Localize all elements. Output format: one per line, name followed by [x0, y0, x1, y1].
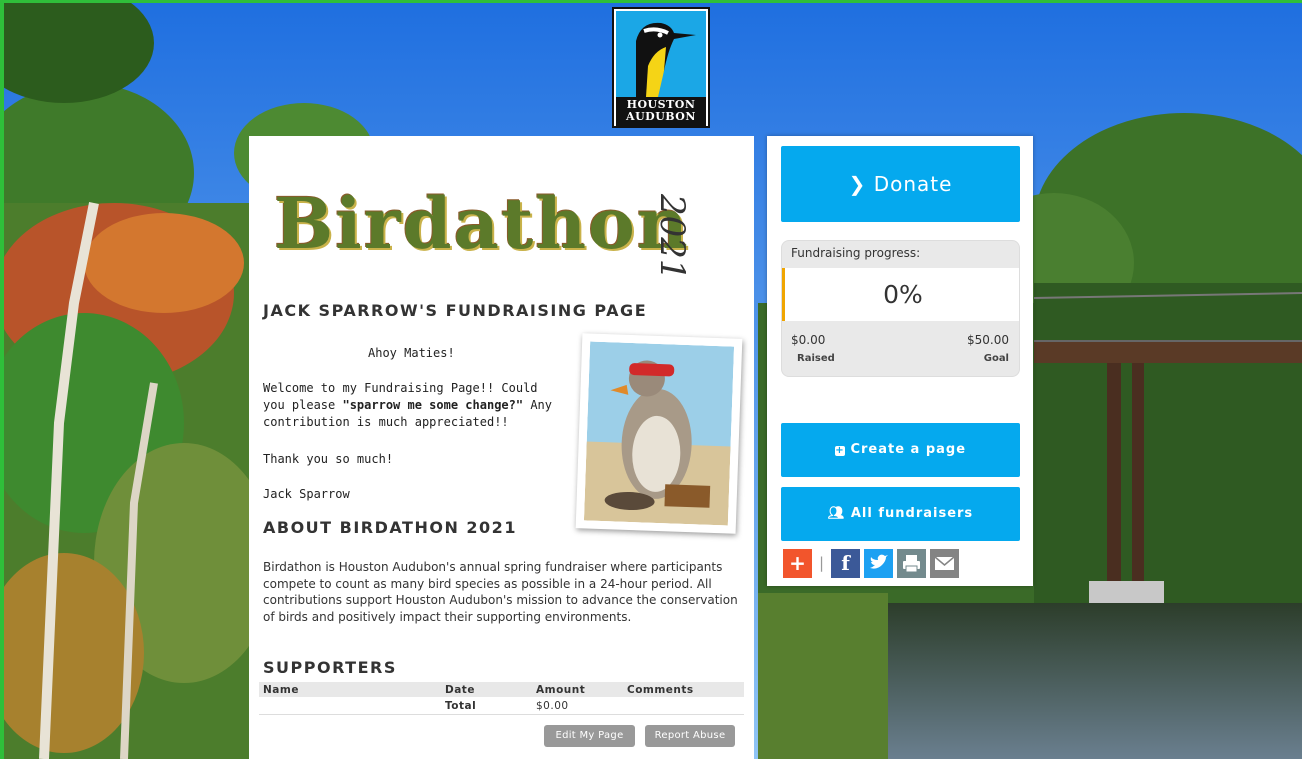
- column-header: Comments: [623, 682, 744, 697]
- table-row-total: Total $0.00: [259, 697, 744, 715]
- column-header: Date: [441, 682, 532, 697]
- page-title: JACK SPARROW'S FUNDRAISING PAGE: [263, 301, 648, 320]
- logo-text: HOUSTON AUDUBON: [616, 97, 706, 126]
- story-thanks: Thank you so much!: [263, 452, 394, 466]
- email-icon[interactable]: [930, 549, 959, 578]
- chevron-right-icon: ❯: [848, 172, 867, 196]
- banner-title: Birdathon: [274, 182, 690, 265]
- progress-label: Fundraising progress:: [791, 246, 921, 260]
- about-title: ABOUT BIRDATHON 2021: [263, 518, 517, 537]
- edit-page-button[interactable]: Edit My Page: [544, 725, 635, 747]
- raised-amount: $0.00: [791, 333, 826, 347]
- progress-bar: 0%: [782, 268, 1019, 321]
- twitter-icon[interactable]: [864, 549, 893, 578]
- column-header: Amount: [532, 682, 623, 697]
- raised-label: Raised: [797, 353, 835, 364]
- column-header: Name: [259, 682, 441, 697]
- goal-amount: $50.00: [967, 333, 1009, 347]
- logo-bird-icon: [616, 11, 706, 97]
- profile-photo: [575, 333, 743, 534]
- supporters-title: SUPPORTERS: [263, 658, 397, 677]
- facebook-icon[interactable]: f: [831, 549, 860, 578]
- users-icon: 👥︎: [827, 506, 846, 521]
- goal-label: Goal: [983, 353, 1009, 364]
- progress-percent: 0%: [883, 280, 923, 309]
- donation-sidebar: ❯ Donate Fundraising progress: 0% $0.00 …: [767, 136, 1033, 586]
- share-add-icon[interactable]: +: [783, 549, 812, 578]
- print-icon[interactable]: [897, 549, 926, 578]
- donate-button[interactable]: ❯ Donate: [781, 146, 1020, 222]
- supporters-table: Name Date Amount Comments Total $0.00: [259, 682, 744, 715]
- story-greeting: Ahoy Maties!: [368, 346, 455, 360]
- share-separator: |: [819, 554, 825, 572]
- fundraising-progress: Fundraising progress: 0% $0.00 $50.00 Ra…: [781, 240, 1020, 377]
- about-text: Birdathon is Houston Audubon's annual sp…: [263, 560, 738, 624]
- birdathon-banner: Birdathon 2021: [274, 176, 724, 281]
- report-abuse-button[interactable]: Report Abuse: [645, 725, 735, 747]
- houston-audubon-logo[interactable]: HOUSTON AUDUBON: [612, 7, 710, 128]
- total-amount: $0.00: [532, 697, 623, 715]
- total-label: Total: [441, 697, 532, 715]
- story-welcome: Welcome to my Fundraising Page!! Could y…: [263, 381, 553, 429]
- story-signature: Jack Sparrow: [263, 487, 350, 501]
- table-header-row: Name Date Amount Comments: [259, 682, 744, 697]
- fundraising-page-panel: Birdathon 2021 JACK SPARROW'S FUNDRAISIN…: [249, 136, 754, 759]
- banner-year: 2021: [652, 194, 692, 281]
- create-page-button[interactable]: + Create a page: [781, 423, 1020, 477]
- all-fundraisers-button[interactable]: 👥︎ All fundraisers: [781, 487, 1020, 541]
- plus-square-icon: +: [834, 445, 845, 456]
